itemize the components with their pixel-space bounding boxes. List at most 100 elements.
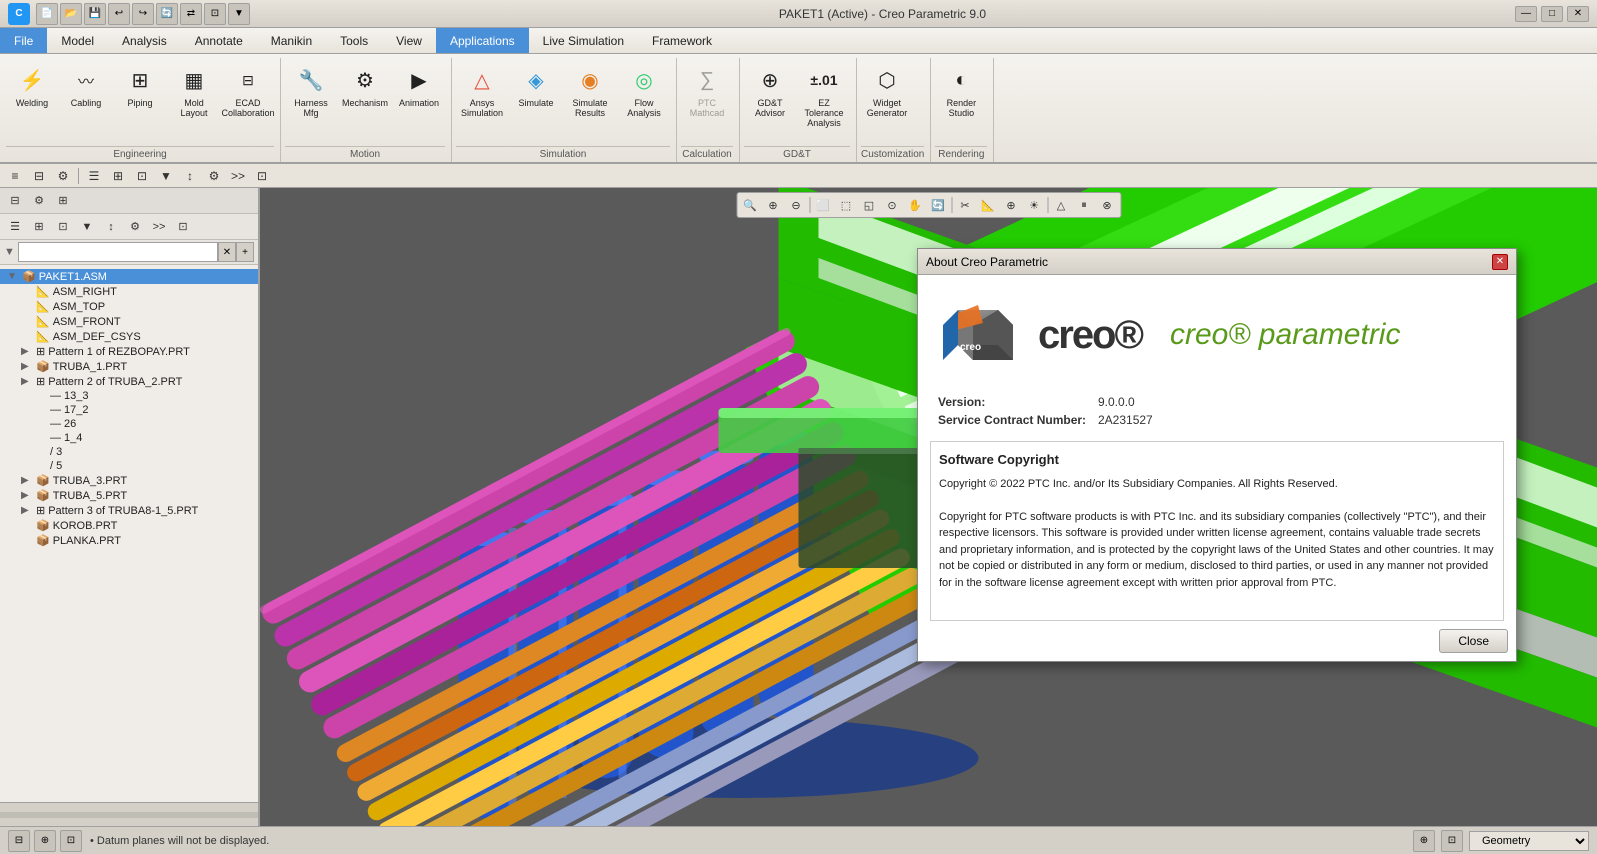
view-type3-btn[interactable]: ◱ (858, 195, 880, 215)
close-button[interactable]: ✕ (1567, 6, 1589, 22)
toolbar2-btn6[interactable]: ⚙ (124, 217, 146, 237)
coord-btn[interactable]: ⊕ (1413, 830, 1435, 852)
tree-item-11[interactable]: — 1_4 (0, 431, 258, 445)
tree-search-input[interactable] (18, 242, 218, 262)
expand-btn[interactable]: ⊡ (131, 166, 153, 186)
about-copyright-box[interactable]: Software Copyright Copyright © 2022 PTC … (930, 441, 1504, 621)
menu-annotate[interactable]: Annotate (181, 28, 257, 53)
tree-item-6[interactable]: ▶📦 TRUBA_1.PRT (0, 359, 258, 374)
menu-view[interactable]: View (382, 28, 436, 53)
menu-framework[interactable]: Framework (638, 28, 726, 53)
toolbar2-btn1[interactable]: ☰ (4, 217, 26, 237)
section-btn[interactable]: ✂ (954, 195, 976, 215)
minimize-button[interactable]: — (1515, 6, 1537, 22)
tree-item-9[interactable]: — 17_2 (0, 403, 258, 417)
about-close-button[interactable]: ✕ (1492, 254, 1508, 270)
menu-tools[interactable]: Tools (326, 28, 382, 53)
close-dialog-button[interactable]: Close (1439, 629, 1508, 653)
mold-layout-button[interactable]: ▦ Mold Layout (168, 60, 220, 122)
tree-item-0[interactable]: ▼📦 PAKET1.ASM (0, 269, 258, 284)
orbit-btn[interactable]: ⊙ (881, 195, 903, 215)
flow-analysis-button[interactable]: ◎ Flow Analysis (618, 60, 670, 122)
zoom-out-btn[interactable]: ⊖ (785, 195, 807, 215)
undo-btn[interactable]: ↩ (108, 3, 130, 25)
toolbar2-more[interactable]: >> (148, 217, 170, 237)
menu-file[interactable]: File (0, 28, 47, 53)
panel-scrollbar[interactable] (0, 812, 258, 818)
menu-manikin[interactable]: Manikin (257, 28, 326, 53)
welding-button[interactable]: ⚡ Welding (6, 60, 58, 120)
ansys-button[interactable]: △ Ansys Simulation (456, 60, 508, 122)
lighting-btn[interactable]: ☀ (1023, 195, 1045, 215)
more-options-btn[interactable]: >> (227, 166, 249, 186)
search-add-btn[interactable]: + (236, 242, 254, 262)
tree-item-3[interactable]: 📐 ASM_FRONT (0, 314, 258, 329)
simulate-results-button[interactable]: ◉ Simulate Results (564, 60, 616, 122)
tree-item-5[interactable]: ▶⊞ Pattern 1 of REZBOPAY.PRT (0, 344, 258, 359)
tree-item-12[interactable]: / 3 (0, 445, 258, 459)
tree-item-15[interactable]: ▶📦 TRUBA_5.PRT (0, 488, 258, 503)
statusbar-btn1[interactable]: ⊟ (8, 830, 30, 852)
render-studio-button[interactable]: ◐ Render Studio (935, 60, 987, 122)
save-btn[interactable]: 💾 (84, 3, 106, 25)
more-btn[interactable]: ▼ (228, 3, 250, 25)
harness-button[interactable]: 🔧 Harness Mfg (285, 60, 337, 122)
tree-item-16[interactable]: ▶⊞ Pattern 3 of TRUBA8-1_5.PRT (0, 503, 258, 518)
config-btn[interactable]: ⚙ (203, 166, 225, 186)
zoom-fit-btn[interactable]: 🔍 (739, 195, 761, 215)
tree-item-8[interactable]: — 13_3 (0, 389, 258, 403)
measure-btn[interactable]: 📐 (977, 195, 999, 215)
menu-analysis[interactable]: Analysis (108, 28, 181, 53)
tree-item-10[interactable]: — 26 (0, 417, 258, 431)
rotate-btn[interactable]: 🔄 (927, 195, 949, 215)
canvas-area[interactable]: 🔍 ⊕ ⊖ ⬜ ⬚ ◱ ⊙ ✋ 🔄 ✂ 📐 ⊕ ☀ △ ⏸ ⊗ (260, 188, 1597, 826)
tree-item-17[interactable]: 📦 KOROB.PRT (0, 518, 258, 533)
pan-btn[interactable]: ✋ (904, 195, 926, 215)
toolbar2-btn2[interactable]: ⊞ (28, 217, 50, 237)
gdt-advisor-button[interactable]: ⊕ GD&T Advisor (744, 60, 796, 122)
view-type1-btn[interactable]: ⬜ (812, 195, 834, 215)
widget-generator-button[interactable]: ⬡ Widget Generator (861, 60, 913, 122)
switch-btn[interactable]: ⇄ (180, 3, 202, 25)
tree-item-18[interactable]: 📦 PLANKA.PRT (0, 533, 258, 548)
statusbar-btn2[interactable]: ⊕ (34, 830, 56, 852)
toolbar2-btn4[interactable]: ▼ (76, 217, 98, 237)
icon-view-btn[interactable]: ⊞ (107, 166, 129, 186)
mechanism-button[interactable]: ⚙ Mechanism (339, 60, 391, 120)
close-win-btn[interactable]: ⊡ (204, 3, 226, 25)
ptc-mathcad-button[interactable]: ∑ PTC Mathcad (681, 60, 733, 122)
sort-btn[interactable]: ↕ (179, 166, 201, 186)
tree-item-4[interactable]: 📐 ASM_DEF_CSYS (0, 329, 258, 344)
ez-tolerance-button[interactable]: ±.01 EZ Tolerance Analysis (798, 60, 850, 132)
extra-btn[interactable]: ⊡ (251, 166, 273, 186)
filter-btn[interactable]: ▼ (155, 166, 177, 186)
maximize-button[interactable]: □ (1541, 6, 1563, 22)
saved-view-btn[interactable]: △ (1050, 195, 1072, 215)
display-btn[interactable]: ⊡ (1441, 830, 1463, 852)
simulate-button[interactable]: ◈ Simulate (510, 60, 562, 120)
zoom-in-btn[interactable]: ⊕ (762, 195, 784, 215)
view-type2-btn[interactable]: ⬚ (835, 195, 857, 215)
settings-vp-btn[interactable]: ⊗ (1096, 195, 1118, 215)
search-clear-btn[interactable]: ✕ (218, 242, 236, 262)
annotation-btn[interactable]: ⊕ (1000, 195, 1022, 215)
settings-btn[interactable]: ⚙ (52, 166, 74, 186)
geometry-dropdown[interactable]: Geometry (1469, 831, 1589, 851)
menu-model[interactable]: Model (47, 28, 108, 53)
layers-btn[interactable]: ⊟ (28, 166, 50, 186)
menu-live-simulation[interactable]: Live Simulation (529, 28, 638, 53)
tree-settings-btn[interactable]: ⚙ (28, 191, 50, 211)
piping-button[interactable]: ⊞ Piping (114, 60, 166, 120)
tree-item-7[interactable]: ▶⊞ Pattern 2 of TRUBA_2.PRT (0, 374, 258, 389)
tree-item-13[interactable]: / 5 (0, 459, 258, 473)
toolbar2-btn5[interactable]: ↕ (100, 217, 122, 237)
new-btn[interactable]: 📄 (36, 3, 58, 25)
tree-item-1[interactable]: 📐 ASM_RIGHT (0, 284, 258, 299)
list-view-btn[interactable]: ☰ (83, 166, 105, 186)
regen-btn[interactable]: 🔄 (156, 3, 178, 25)
statusbar-btn3[interactable]: ⊡ (60, 830, 82, 852)
tree-item-14[interactable]: ▶📦 TRUBA_3.PRT (0, 473, 258, 488)
animation-button[interactable]: ▶ Animation (393, 60, 445, 120)
ecad-button[interactable]: ⊟ ECAD Collaboration (222, 60, 274, 122)
toolbar2-btn3[interactable]: ⊡ (52, 217, 74, 237)
